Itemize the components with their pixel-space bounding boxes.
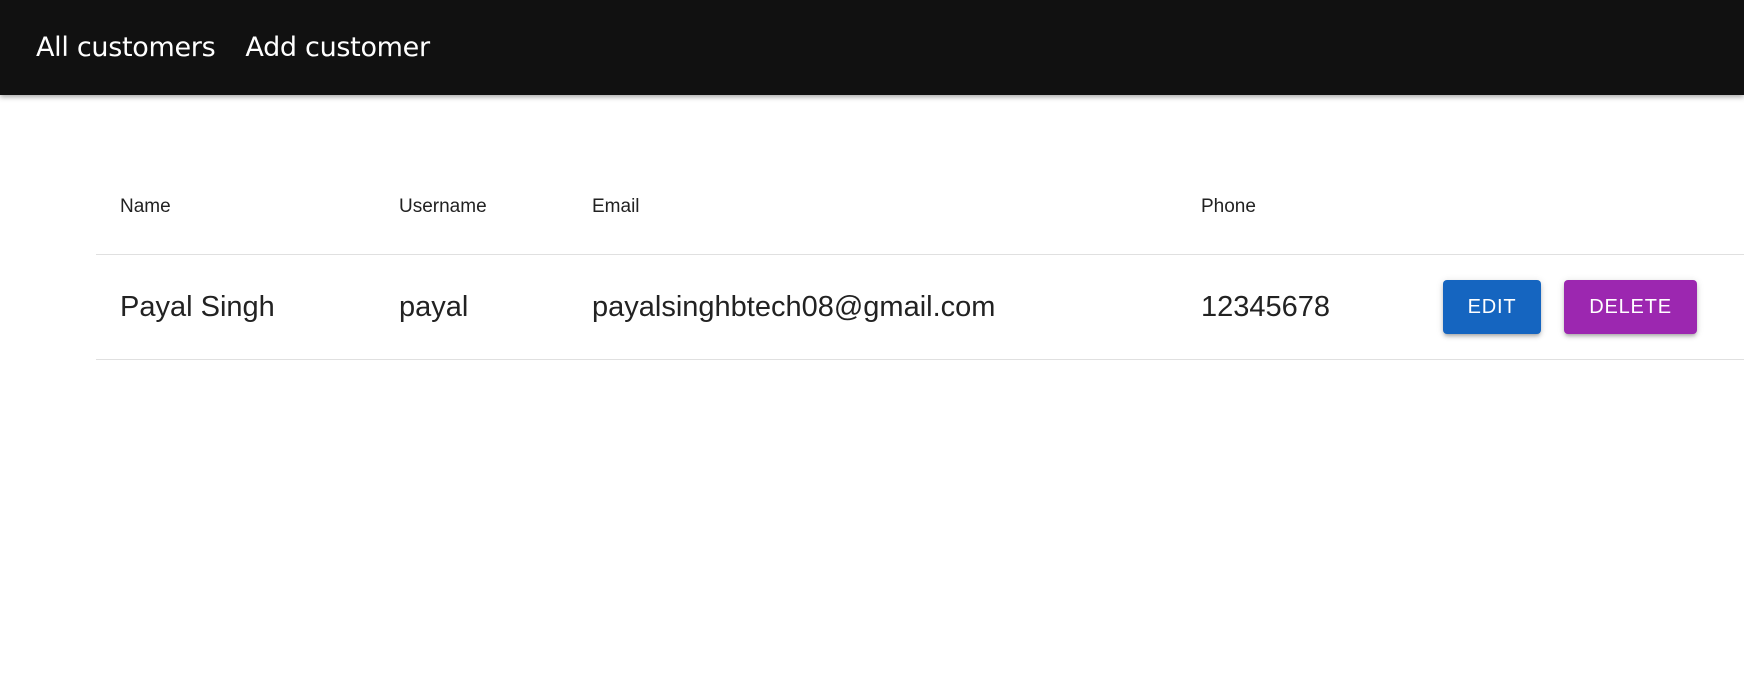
table-row: Payal Singh payal payalsinghbtech08@gmai…	[96, 254, 1744, 360]
nav-all-customers-link[interactable]: All customers	[36, 32, 216, 63]
header-username: Username	[375, 160, 568, 255]
cell-email: payalsinghbtech08@gmail.com	[568, 254, 1177, 360]
cell-phone: 12345678	[1177, 254, 1419, 360]
header-actions	[1419, 160, 1744, 255]
app-bar: All customers Add customer	[0, 0, 1744, 95]
table-header: Name Username Email Phone	[96, 160, 1744, 255]
header-phone: Phone	[1177, 160, 1419, 255]
delete-button[interactable]: Delete	[1564, 280, 1698, 334]
edit-button[interactable]: Edit	[1443, 280, 1541, 334]
customers-table-container: Name Username Email Phone Payal Singh pa…	[96, 160, 1744, 360]
header-email: Email	[568, 160, 1177, 255]
nav-add-customer-link[interactable]: Add customer	[245, 32, 430, 63]
table-header-row: Name Username Email Phone	[96, 160, 1744, 255]
cell-name: Payal Singh	[96, 254, 375, 360]
customers-table: Name Username Email Phone Payal Singh pa…	[96, 160, 1744, 360]
cell-actions: Edit Delete	[1419, 254, 1744, 360]
table-body: Payal Singh payal payalsinghbtech08@gmai…	[96, 254, 1744, 360]
cell-username: payal	[375, 254, 568, 360]
header-name: Name	[96, 160, 375, 255]
